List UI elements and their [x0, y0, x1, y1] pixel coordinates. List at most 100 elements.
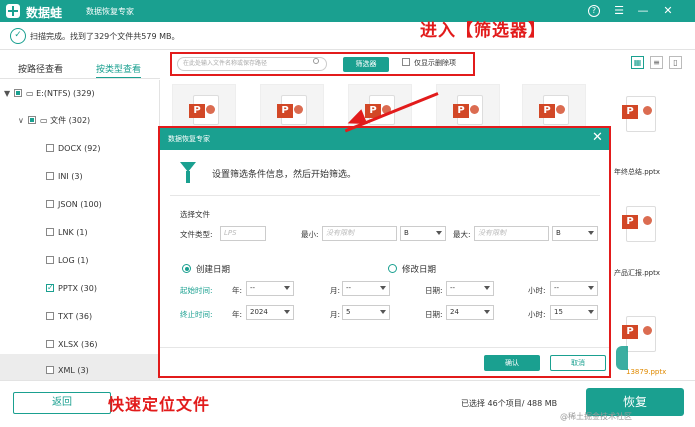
tree-item-docx[interactable]: DOCX (92)	[46, 142, 101, 156]
tree-drive[interactable]: ▼ ▭ E:(NTFS) (329)	[4, 87, 95, 101]
tab-path-view[interactable]: 按路径查看	[18, 62, 63, 75]
file-name: 13879.pptx	[626, 368, 667, 376]
checkbox[interactable]	[46, 144, 54, 152]
filter-dialog: 数据恢复专家 ✕ 设置筛选条件信息，然后开始筛选。 选择文件 文件类型: LPS…	[158, 126, 611, 378]
dropdown-arrow-icon	[380, 286, 386, 290]
menu-icon[interactable]: ☰	[611, 3, 627, 19]
end-time-label: 终止时间:	[180, 310, 213, 319]
minimize-icon[interactable]: —	[635, 3, 651, 19]
start-year-select[interactable]: --	[246, 281, 294, 296]
year-label: 年:	[232, 310, 243, 319]
filter-button[interactable]: 筛选器	[343, 57, 389, 72]
checkbox[interactable]	[14, 89, 22, 97]
file-name: 产品汇报.pptx	[614, 269, 660, 277]
file-thumbnail[interactable]: P	[260, 84, 324, 130]
window-close-icon[interactable]: ✕	[660, 3, 676, 19]
pptx-file-icon: P	[189, 95, 219, 125]
checkbox[interactable]	[402, 58, 410, 66]
month-label: 月:	[330, 310, 341, 319]
scan-status: 扫描完成。找到了329个文件共579 MB。	[30, 32, 180, 41]
app-logo-icon	[6, 4, 20, 18]
start-month-select[interactable]: --	[342, 281, 390, 296]
tree-item-xml[interactable]: XML (3)	[46, 364, 89, 378]
tree-item-ini[interactable]: INI (3)	[46, 170, 83, 184]
month-label: 月:	[330, 286, 341, 295]
tree-item-json[interactable]: JSON (100)	[46, 198, 102, 212]
max-unit-select[interactable]: B	[552, 226, 598, 241]
end-year-select[interactable]: 2024	[246, 305, 294, 320]
funnel-icon	[180, 162, 196, 183]
year-label: 年:	[232, 286, 243, 295]
divider	[0, 380, 695, 381]
cancel-button[interactable]: 取消	[550, 355, 606, 371]
start-month-value: --	[346, 284, 352, 292]
start-day-select[interactable]: --	[446, 281, 494, 296]
tree-item-lnk[interactable]: LNK (1)	[46, 226, 88, 240]
detail-view-icon[interactable]: ▯	[669, 56, 682, 69]
list-view-icon[interactable]: ≡	[650, 56, 663, 69]
help-icon[interactable]: ?	[588, 5, 600, 17]
tree-item-label: DOCX (92)	[58, 144, 101, 153]
modified-date-radio[interactable]	[388, 264, 397, 273]
dropdown-arrow-icon	[284, 286, 290, 290]
min-size-input[interactable]: 没有限制	[322, 226, 397, 241]
modified-date-label: 修改日期	[402, 265, 437, 275]
end-month-value: 5	[346, 308, 351, 316]
max-size-input[interactable]: 没有限制	[474, 226, 549, 241]
checkbox[interactable]	[46, 200, 54, 208]
tree-folder[interactable]: ∨ ▭ 文件 (302)	[18, 114, 90, 128]
start-hour-select[interactable]: --	[550, 281, 598, 296]
dropdown-arrow-icon	[380, 310, 386, 314]
start-time-label: 起始时间:	[180, 286, 213, 295]
checkbox[interactable]	[46, 256, 54, 264]
day-label: 日期:	[425, 286, 443, 295]
file-thumbnail[interactable]: P	[172, 84, 236, 130]
file-thumbnail[interactable]: P	[436, 84, 500, 130]
tree-item-log[interactable]: LOG (1)	[46, 254, 89, 268]
checkbox[interactable]	[46, 228, 54, 236]
tree-item-label: XML (3)	[58, 366, 89, 375]
divider	[0, 78, 160, 79]
show-deleted-checkbox[interactable]: 仅显示删除项	[402, 58, 456, 68]
checkbox[interactable]	[46, 312, 54, 320]
checkbox[interactable]	[46, 172, 54, 180]
tree-item-txt[interactable]: TXT (36)	[46, 310, 92, 324]
grid-view-icon[interactable]: ▦	[631, 56, 644, 69]
tree-folder-label: 文件 (302)	[50, 116, 91, 125]
file-type-input[interactable]: LPS	[220, 226, 266, 241]
min-unit-select[interactable]: B	[400, 226, 446, 241]
tree-item-label: INI (3)	[58, 172, 83, 181]
confirm-button[interactable]: 确认	[484, 355, 540, 371]
created-date-radio[interactable]	[182, 264, 191, 273]
dialog-close-icon[interactable]: ✕	[592, 130, 603, 145]
end-day-select[interactable]: 24	[446, 305, 494, 320]
start-day-value: --	[450, 284, 456, 292]
end-hour-select[interactable]: 15	[550, 305, 598, 320]
end-hour-value: 15	[554, 308, 563, 316]
pptx-file-icon[interactable]: P	[622, 206, 656, 242]
tree-item-label: LNK (1)	[58, 228, 88, 237]
divider	[170, 195, 600, 196]
checkbox[interactable]	[46, 340, 54, 348]
search-icon[interactable]	[313, 58, 319, 64]
caret-down-icon[interactable]: ∨	[18, 114, 28, 128]
tree-item-xlsx[interactable]: XLSX (36)	[46, 338, 97, 352]
checkbox-checked[interactable]	[46, 281, 54, 295]
file-thumbnail[interactable]: P	[522, 84, 586, 130]
tab-type-view[interactable]: 按类型查看	[96, 62, 142, 79]
checkbox[interactable]	[46, 366, 54, 374]
pptx-file-icon[interactable]: P	[622, 316, 656, 352]
pptx-file-icon: P	[277, 95, 307, 125]
tree-drive-label: E:(NTFS) (329)	[36, 89, 95, 98]
side-scroll-handle[interactable]	[616, 346, 628, 370]
back-button[interactable]: 返回	[13, 392, 111, 414]
end-month-select[interactable]: 5	[342, 305, 390, 320]
pptx-file-icon[interactable]: P	[622, 96, 656, 132]
search-input[interactable]: 在此处输入文件名称或保存路径	[177, 57, 327, 71]
check-circle-icon: ✓	[10, 28, 26, 44]
caret-down-icon[interactable]: ▼	[4, 87, 14, 101]
checkbox[interactable]	[28, 116, 36, 124]
tree-item-label: LOG (1)	[58, 256, 89, 265]
section-label: 选择文件	[180, 210, 210, 219]
tree-item-pptx[interactable]: PPTX (30)	[46, 281, 97, 296]
